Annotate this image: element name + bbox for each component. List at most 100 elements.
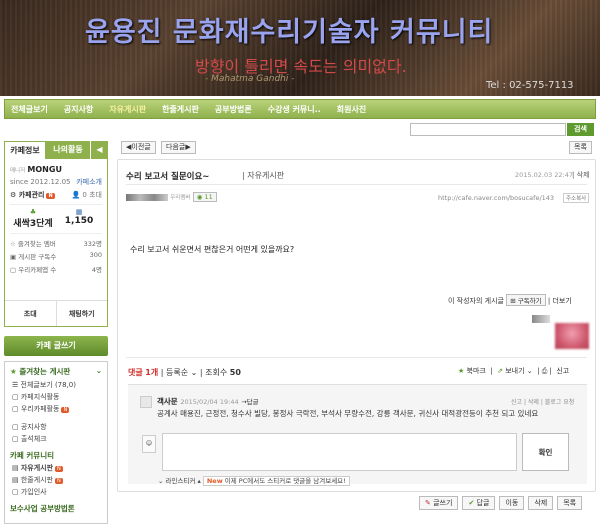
post-body: 수리 보고서 쉬운면서 편찮은거 어떤게 있을까요? (130, 245, 295, 254)
app-icon: ▢ (10, 266, 17, 274)
cafe-intro-link[interactable]: 카페소개 (76, 177, 102, 187)
post-card: 수리 보고서 질문이요~ | 자유게시판 2015.02.03 22:47 | … (117, 159, 596, 492)
share-icon: ⇗ (497, 367, 503, 375)
commenter-avatar (140, 396, 152, 408)
write-button[interactable]: ✎ 글쓰기 (419, 496, 459, 510)
post-url[interactable]: http://cafe.naver.com/bosucafe/143 (438, 194, 554, 202)
board-item[interactable]: ▤ 한줄게시판 N (12, 475, 102, 485)
comment-section: 객사문 2015/02/04 19:44 →답글 신고 | 삭제 | 블로그 요… (128, 384, 587, 486)
section-title: 카페 커뮤니티 (10, 451, 55, 460)
board-item[interactable]: ▢ 우리카페활동 N (12, 404, 102, 414)
post-category[interactable]: | 자유게시판 (242, 170, 284, 181)
comment-input[interactable] (162, 433, 517, 471)
comment-author: 객사문 2015/02/04 19:44 →답글 (157, 397, 259, 406)
next-post-button[interactable]: 다음글▶ (161, 141, 196, 154)
board-icon: ▣ (10, 253, 17, 261)
cafe-info-box: 매니저 MONGU since 2012.12.05 카페소개 ⚙ 카페관리 N … (4, 159, 108, 327)
comment-bar: 댓글 1개 | 등록순 ⌄ | 조회수 50 (128, 368, 241, 377)
nav-item-photo[interactable]: 회원사진 (337, 104, 366, 115)
cafe-manage-link[interactable]: 카페관리 (19, 191, 45, 199)
author-thumb-blurred (532, 315, 550, 323)
board-item[interactable]: ▤ 자유게시판 N (12, 463, 102, 473)
subscribe-button[interactable]: ⊞ 구독하기 (506, 294, 546, 306)
author-avatar[interactable] (555, 323, 589, 349)
list-button[interactable]: 목록 (569, 141, 592, 154)
post-area: ◀이전글 다음글▶ 목록 수리 보고서 질문이요~ | 자유게시판 2015.0… (117, 141, 596, 512)
star-icon: ★ (10, 367, 17, 376)
delete-button[interactable]: 삭제 (528, 496, 554, 510)
member-count: ▦ 1,150 (64, 208, 94, 226)
star-icon: ★ (458, 367, 465, 375)
reply-link[interactable]: →답글 (241, 398, 258, 406)
move-button[interactable]: 이동 (499, 496, 525, 510)
post-author[interactable]: 우리멤버 ◉ 11 (126, 192, 217, 202)
bookmark-button[interactable]: ★ 북마크 (458, 367, 486, 375)
collapse-icon[interactable]: ◀ (90, 141, 108, 159)
members-icon: ▦ (75, 208, 83, 216)
comment-text: 공계사 매용진, 근정전, 청수사 빌당, 봉정사 극락전, 부석사 무량수전,… (157, 409, 539, 418)
post-title: 수리 보고서 질문이요~ (126, 172, 210, 182)
prev-post-button[interactable]: ◀이전글 (121, 141, 156, 154)
check-icon: ✔ (468, 499, 475, 507)
invite-link[interactable]: 초대 (89, 191, 102, 199)
tab-cafe-info[interactable]: 카페정보 (4, 141, 46, 159)
sidebar: 카페정보 나의활동 ◀ 매니저 MONGU since 2012.12.05 카… (4, 141, 108, 524)
since-date: since 2012.12.05 (10, 178, 71, 186)
sprout-icon: ♣ (29, 208, 37, 216)
nav-item-oneline[interactable]: 한줄게시판 (162, 104, 199, 115)
author-name-blurred (126, 193, 168, 201)
delete-link[interactable]: | 삭제 (572, 170, 589, 180)
nav-item-free[interactable]: 자유게시판 (109, 104, 146, 115)
author-posts-line: 이 작성자의 게시글 ⊞ 구독하기 | 더보기 (448, 294, 572, 306)
gear-icon: ⚙ (10, 191, 17, 199)
sticker-bar[interactable]: ⌄ 라인스티커 ▴ New 이제 PC에서도 스티커로 댓글을 남겨보세요! (158, 475, 350, 486)
main-nav: 전체글보기 공지사항 자유게시판 한줄게시판 공부방법론 수강생 커뮤니.. 회… (4, 99, 596, 119)
comment-tools[interactable]: 신고 | 삭제 | 블로그 요청 (511, 397, 574, 406)
sort-select[interactable]: 등록순 ⌄ (166, 368, 197, 377)
report-button[interactable]: 신고 (556, 367, 569, 375)
stat-row: ▣ 게시판 구독수 300 (10, 251, 102, 261)
submit-comment-button[interactable]: 확인 (522, 433, 569, 471)
search-input[interactable] (410, 123, 566, 136)
tab-my-activity[interactable]: 나의활동 (46, 141, 90, 159)
chevron-down-icon[interactable]: ⌄ (96, 366, 102, 377)
print-icon[interactable]: ⎙ (542, 367, 548, 375)
board-item[interactable]: ▢ 가입인사 (12, 487, 102, 497)
send-button[interactable]: ⇗ 보내기 ⌄ (497, 367, 533, 375)
banner-tel: Tel : 02-575-7113 (486, 80, 574, 91)
user-icon: 👤 (71, 191, 81, 199)
board-item[interactable]: ▢ 공지사항 (12, 422, 102, 432)
search-button[interactable]: 검색 (567, 123, 594, 136)
nav-item-all[interactable]: 전체글보기 (11, 104, 48, 115)
stat-row: ☆ 즐겨찾는 멤버 332명 (10, 240, 102, 248)
nav-item-notice[interactable]: 공지사항 (64, 104, 93, 115)
cafe-stats: ♣ 새싹3단계 ▦ 1,150 (10, 204, 102, 234)
more-link[interactable]: 더보기 (552, 297, 571, 305)
star-icon: ☆ (10, 240, 16, 248)
expand-icon: ⌄ (158, 477, 164, 485)
emoji-picker-icon[interactable]: ☺ (142, 435, 156, 453)
post-actions: ★ 북마크 | ⇗ 보내기 ⌄ | ⎙ | 신고 (458, 367, 570, 375)
post-date: 2015.02.03 22:47 (515, 171, 574, 179)
cafe-banner: 윤용진 문화재수리기술자 커뮤니티 방향이 틀리면 속도는 의미없다. - Ma… (0, 0, 600, 96)
banner-author: - Mahatma Gandhi - (205, 74, 295, 84)
invite-button[interactable]: 초대 (5, 301, 57, 326)
cafe-level: ♣ 새싹3단계 (13, 208, 53, 229)
section-title: 보수사업 공부방법론 (10, 504, 75, 513)
reply-button[interactable]: ✔ 답글 (462, 496, 496, 510)
board-item[interactable]: ▢ 카페지식활동 (12, 392, 102, 402)
stat-row: ▢ 우리카페앱 수 4명 (10, 266, 102, 274)
board-item[interactable]: ▢ 출석체크 (12, 434, 102, 444)
list-bottom-button[interactable]: 목록 (557, 496, 583, 510)
board-item[interactable]: ☰ 전체글보기 (78,0) (12, 380, 102, 390)
copy-url-button[interactable]: 주소복사 (563, 193, 590, 203)
pencil-icon: ✎ (425, 499, 431, 507)
manager-nickname[interactable]: MONGU (27, 165, 62, 174)
cafe-title: 윤용진 문화재수리기술자 커뮤니티 (85, 17, 494, 48)
nav-item-student[interactable]: 수강생 커뮤니.. (268, 104, 321, 115)
board-list: ★ 즐겨찾는 게시판 ⌄ ☰ 전체글보기 (78,0) ▢ 카페지식활동 ▢ 우리… (4, 361, 108, 524)
bottom-buttons: ✎ 글쓰기 ✔ 답글 이동 삭제 목록 (419, 496, 586, 510)
cafe-write-button[interactable]: 카페 글쓰기 (4, 336, 108, 356)
chat-button[interactable]: 채팅하기 (57, 301, 108, 326)
nav-item-study[interactable]: 공부방법론 (215, 104, 252, 115)
